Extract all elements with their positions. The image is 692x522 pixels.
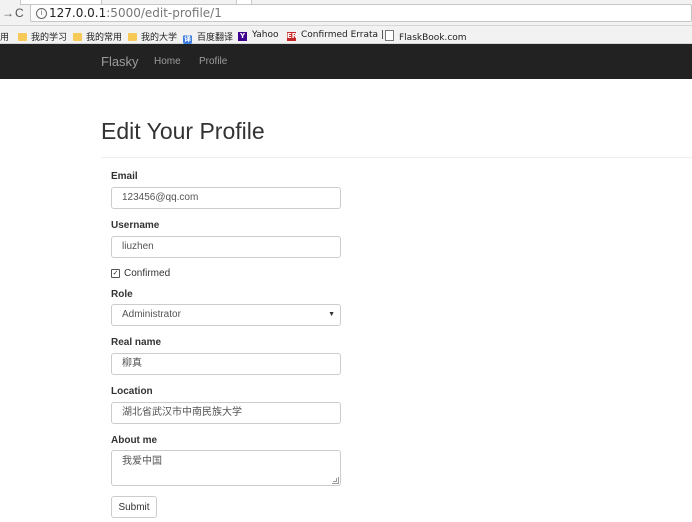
folder-icon: [128, 33, 137, 41]
nav-home-link[interactable]: Home: [154, 56, 181, 67]
nav-profile-link[interactable]: Profile: [199, 56, 227, 67]
email-label: Email: [111, 171, 138, 182]
bookmark-label: 百度翻译: [197, 33, 234, 43]
bookmark-folder-common[interactable]: 我的常用: [73, 30, 122, 43]
url-text[interactable]: 127.0.0.1:5000/edit-profile/1: [49, 6, 222, 20]
confirmed-label: Confirmed: [124, 268, 171, 279]
page-title: Edit Your Profile: [101, 118, 265, 144]
chevron-down-icon: ▼: [328, 311, 335, 318]
bookmark-apps[interactable]: 用: [0, 30, 9, 43]
username-label: Username: [111, 220, 160, 231]
bookmark-folder-university[interactable]: 我的大学: [128, 30, 177, 43]
about-text: 我爱中国: [122, 456, 162, 467]
bookmark-baidu-fanyi[interactable]: 译百度翻译: [183, 30, 233, 44]
role-select[interactable]: Administrator ▼: [111, 304, 341, 326]
url-path: :5000/edit-profile/1: [106, 6, 222, 20]
bookmark-label: Confirmed Errata |: [301, 30, 384, 40]
bookmark-label: 我的学习: [31, 33, 68, 43]
yahoo-icon: Y: [238, 32, 247, 41]
info-icon[interactable]: i: [36, 8, 47, 19]
bookmark-yahoo[interactable]: Y Yahoo: [238, 30, 279, 41]
username-field[interactable]: liuzhen: [111, 236, 341, 258]
realname-field[interactable]: 柳真: [111, 353, 341, 375]
bookmark-label: 我的大学: [141, 33, 178, 43]
bookmark-label: Yahoo: [252, 30, 279, 40]
realname-label: Real name: [111, 337, 162, 348]
location-field[interactable]: 湖北省武汉市中南民族大学: [111, 402, 341, 424]
fanyi-icon: 译: [183, 35, 192, 44]
location-label: Location: [111, 386, 153, 397]
bookmarks-bar: 用 我的学习 我的常用 我的大学 译百度翻译 Y Yahoo ER Confirme…: [0, 26, 692, 44]
bookmark-folder-study[interactable]: 我的学习: [18, 30, 67, 43]
bookmark-label: FlaskBook.com: [399, 33, 467, 43]
title-divider: [101, 157, 692, 158]
url-host: 127.0.0.1: [49, 6, 107, 20]
bookmark-label: 我的常用: [86, 33, 123, 43]
forward-arrow-icon[interactable]: →: [2, 6, 14, 20]
errata-icon: ER: [287, 32, 298, 41]
navbar-brand[interactable]: Flasky: [101, 54, 139, 69]
role-selected-value: Administrator: [122, 309, 181, 320]
folder-icon: [73, 33, 82, 41]
bookmark-errata[interactable]: ER Confirmed Errata |: [287, 30, 384, 41]
submit-button[interactable]: Submit: [111, 496, 157, 518]
page-icon: [385, 30, 394, 41]
folder-icon: [18, 33, 27, 41]
confirmed-checkbox[interactable]: ✓: [111, 269, 120, 278]
about-textarea[interactable]: 我爱中国: [111, 450, 341, 486]
role-label: Role: [111, 289, 133, 300]
bookmark-label: 用: [0, 33, 10, 43]
reload-icon[interactable]: C: [15, 6, 24, 20]
email-field[interactable]: 123456@qq.com: [111, 187, 341, 209]
resize-handle-icon[interactable]: [332, 477, 339, 484]
bookmark-flaskbook[interactable]: FlaskBook.com: [385, 30, 467, 43]
about-label: About me: [111, 435, 158, 446]
